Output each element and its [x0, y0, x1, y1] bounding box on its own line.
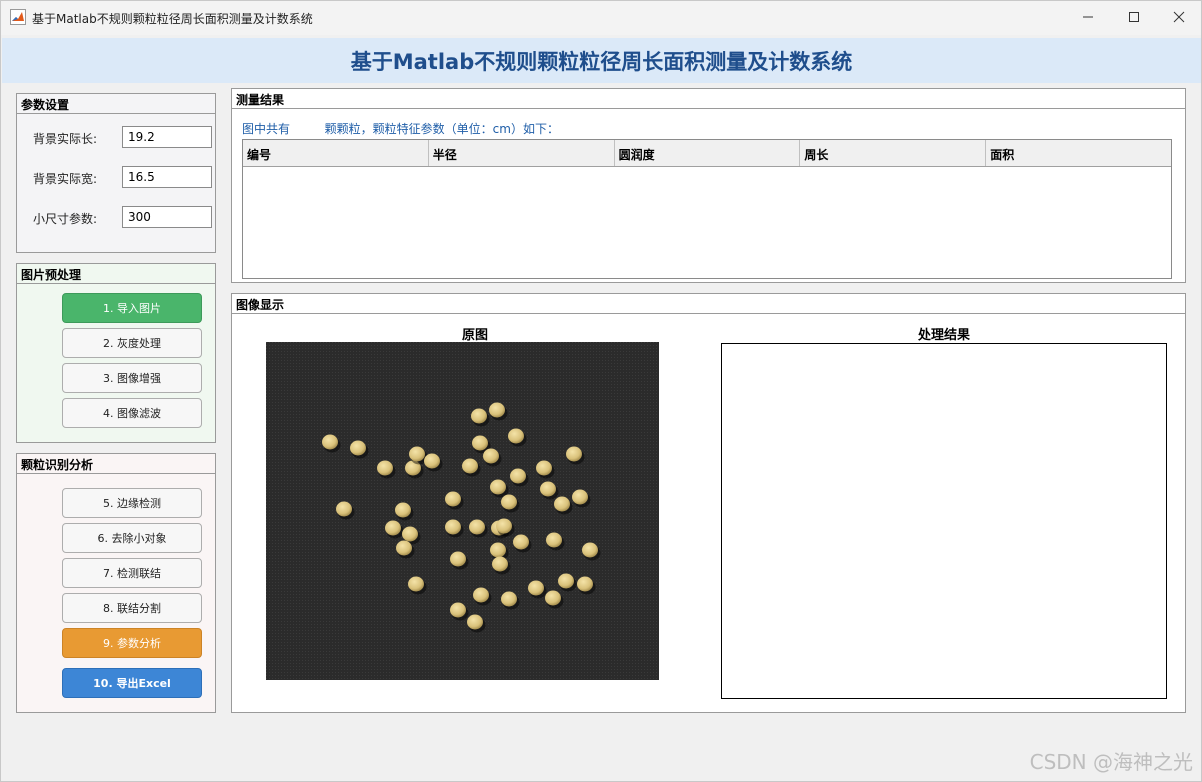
bg-length-input[interactable] [122, 126, 212, 148]
bg-width-input[interactable] [122, 166, 212, 188]
close-button[interactable] [1156, 1, 1202, 33]
original-image [266, 342, 659, 680]
soybean [472, 435, 488, 451]
import-image-button[interactable]: 1. 导入图片 [62, 293, 202, 323]
image-display-title: 图像显示 [232, 294, 1185, 314]
window-title: 基于Matlab不规则颗粒粒径周长面积测量及计数系统 [32, 12, 313, 26]
col-perimeter[interactable]: 周长 [800, 140, 987, 166]
results-panel-title: 测量结果 [232, 89, 1185, 109]
params-panel-title: 参数设置 [17, 94, 215, 114]
soybean [322, 434, 338, 450]
result-image-title: 处理结果 [918, 328, 971, 343]
results-panel: 测量结果 图中共有 颗颗粒，颗粒特征参数（单位：cm）如下： 编号 半径 圆润度… [231, 88, 1186, 283]
banner-title: 基于Matlab不规则颗粒粒径周长面积测量及计数系统 [350, 49, 853, 74]
title-bar: 基于Matlab不规则颗粒粒径周长面积测量及计数系统 [1, 1, 1201, 35]
soybean [496, 518, 512, 534]
min-size-label: 小尺寸参数: [33, 212, 98, 226]
soybean [445, 519, 461, 535]
soybean [577, 576, 593, 592]
enhance-button[interactable]: 3. 图像增强 [62, 363, 202, 393]
soybean [467, 614, 483, 630]
image-display-panel: 图像显示 原图 处理结果 [231, 293, 1186, 713]
soybean [558, 573, 574, 589]
soybean [546, 532, 562, 548]
table-header: 编号 半径 圆润度 周长 面积 [243, 140, 1171, 167]
close-icon [1173, 11, 1185, 23]
detect-connect-button[interactable]: 7. 检测联结 [62, 558, 202, 588]
matlab-icon [10, 9, 26, 25]
summary-suffix: 颗颗粒，颗粒特征参数（单位：cm）如下： [324, 122, 559, 136]
soybean [385, 520, 401, 536]
soybean [566, 446, 582, 462]
param-analysis-button[interactable]: 9. 参数分析 [62, 628, 202, 658]
soybean [536, 460, 552, 476]
minimize-icon [1083, 16, 1093, 18]
soybean [402, 526, 418, 542]
soybean [513, 534, 529, 550]
soybean [540, 481, 556, 497]
soybean [471, 408, 487, 424]
preprocess-panel-title: 图片预处理 [17, 264, 215, 284]
soybean [490, 542, 506, 558]
soybean [424, 453, 440, 469]
summary-prefix: 图中共有 [242, 122, 291, 136]
soybean [492, 556, 508, 572]
params-panel: 参数设置 背景实际长: 背景实际宽: 小尺寸参数: [16, 93, 216, 253]
soybean [350, 440, 366, 456]
soybean [377, 460, 393, 476]
soybean [528, 580, 544, 596]
soybean [582, 542, 598, 558]
col-id[interactable]: 编号 [243, 140, 429, 166]
split-connect-button[interactable]: 8. 联结分割 [62, 593, 202, 623]
soybean [336, 501, 352, 517]
soybean [396, 540, 412, 556]
remove-small-button[interactable]: 6. 去除小对象 [62, 523, 202, 553]
col-radius[interactable]: 半径 [429, 140, 615, 166]
soybean [508, 428, 524, 444]
app-window: 基于Matlab不规则颗粒粒径周长面积测量及计数系统 基于Matlab不规则颗粒… [0, 0, 1202, 782]
soybean [450, 602, 466, 618]
soybean [469, 519, 485, 535]
soybean [490, 479, 506, 495]
edge-detect-button[interactable]: 5. 边缘检测 [62, 488, 202, 518]
min-size-input[interactable] [122, 206, 212, 228]
analysis-panel-title: 颗粒识别分析 [17, 454, 215, 474]
soybean [395, 502, 411, 518]
results-table[interactable]: 编号 半径 圆润度 周长 面积 [242, 139, 1172, 279]
soybean [483, 448, 499, 464]
maximize-button[interactable] [1111, 1, 1157, 33]
bg-length-label: 背景实际长: [33, 132, 98, 146]
soybean [572, 489, 588, 505]
results-summary: 图中共有 颗颗粒，颗粒特征参数（单位：cm）如下： [242, 120, 559, 137]
export-excel-button[interactable]: 10. 导出Excel [62, 668, 202, 698]
col-roundness[interactable]: 圆润度 [615, 140, 801, 166]
soybean [408, 576, 424, 592]
soybean [510, 468, 526, 484]
soybean [501, 591, 517, 607]
soybean [489, 402, 505, 418]
soybean [501, 494, 517, 510]
soybean [450, 551, 466, 567]
soybean [462, 458, 478, 474]
header-banner: 基于Matlab不规则颗粒粒径周长面积测量及计数系统 [2, 38, 1201, 83]
preprocess-panel: 图片预处理 1. 导入图片 2. 灰度处理 3. 图像增强 4. 图像滤波 [16, 263, 216, 443]
maximize-icon [1129, 12, 1139, 22]
col-area[interactable]: 面积 [986, 140, 1171, 166]
soybean [409, 446, 425, 462]
soybean [445, 491, 461, 507]
watermark: CSDN @海神之光 [1029, 750, 1193, 774]
soybean [545, 590, 561, 606]
minimize-button[interactable] [1065, 1, 1111, 33]
bg-width-label: 背景实际宽: [33, 172, 98, 186]
soybean [473, 587, 489, 603]
result-image-axes [721, 343, 1167, 699]
filter-button[interactable]: 4. 图像滤波 [62, 398, 202, 428]
grayscale-button[interactable]: 2. 灰度处理 [62, 328, 202, 358]
soybean [554, 496, 570, 512]
original-image-title: 原图 [462, 328, 489, 343]
analysis-panel: 颗粒识别分析 5. 边缘检测 6. 去除小对象 7. 检测联结 8. 联结分割 … [16, 453, 216, 713]
